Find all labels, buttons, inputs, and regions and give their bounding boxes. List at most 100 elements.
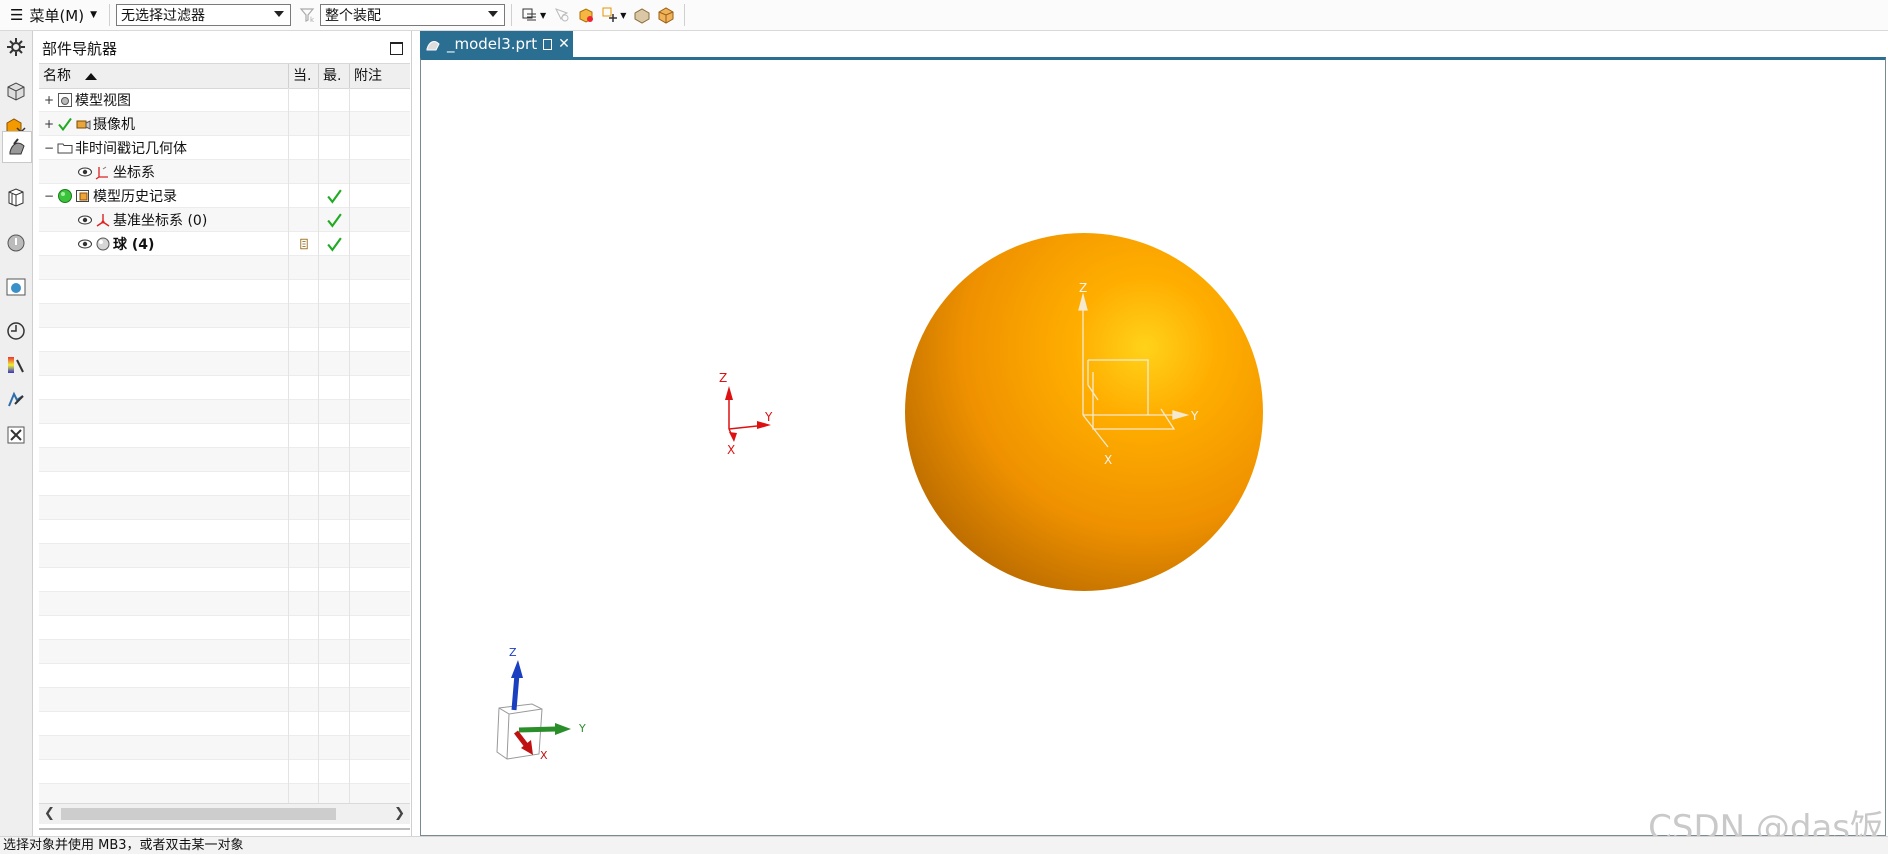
reuse-library-icon[interactable] [4, 185, 28, 209]
tree-cell-name: − 非时间戳记几何体 [39, 136, 289, 160]
datum-y-label: Y [1190, 409, 1199, 423]
tree-cell-empty [39, 352, 289, 376]
tree-row-model-history[interactable]: − 模型历史记录 [39, 184, 410, 208]
select-point-icon[interactable] [601, 6, 619, 24]
chevron-down-icon[interactable]: ▼ [620, 11, 626, 20]
tree-cell-empty [319, 352, 350, 376]
filter-icon[interactable]: k [299, 6, 317, 24]
snap-view-icon[interactable] [521, 6, 539, 24]
tree-cell-current [289, 232, 319, 256]
scroll-right-icon[interactable]: ❯ [394, 806, 405, 821]
eye-icon[interactable] [77, 212, 93, 228]
history-icon[interactable] [4, 319, 28, 343]
tree-row-cameras[interactable]: + 摄像机 [39, 112, 410, 136]
eye-icon[interactable] [77, 164, 93, 180]
tree-cell-empty [39, 688, 289, 712]
tree-row-model-views[interactable]: + 模型视图 [39, 88, 410, 112]
chevron-down-icon [488, 11, 499, 17]
tree-row-empty [39, 544, 410, 568]
tree-cell-empty [39, 592, 289, 616]
eye-icon[interactable] [77, 236, 93, 252]
tree-cell-empty [289, 736, 319, 760]
scroll-thumb[interactable] [61, 808, 336, 820]
tree-cell-empty [39, 760, 289, 784]
checkmark-icon[interactable] [57, 116, 73, 132]
navigator-title: 部件导航器 [42, 40, 118, 58]
toolbar-separator [684, 4, 686, 26]
column-header-name[interactable]: 名称 [39, 64, 289, 88]
deselect-icon[interactable] [553, 6, 571, 24]
tree-cell-note [350, 184, 410, 208]
tree-cell-empty [289, 688, 319, 712]
folder-icon [57, 140, 73, 156]
tree-cell-empty [350, 640, 410, 664]
tree-cell-name: 坐标系 [39, 160, 289, 184]
menu-button[interactable]: ☰ 菜单(M) ▼ [0, 2, 103, 28]
part-navigator-icon[interactable] [2, 131, 32, 163]
tree-cell-empty [350, 688, 410, 712]
assembly-navigator-icon[interactable] [4, 79, 28, 103]
column-header-latest[interactable]: 最. [319, 64, 350, 88]
tree-cell-empty [39, 328, 289, 352]
tree-cell-empty [319, 664, 350, 688]
column-header-current[interactable]: 当. [289, 64, 319, 88]
tree-row-empty [39, 568, 410, 592]
column-header-note[interactable]: 附注 [350, 64, 410, 88]
hd3d-tools-icon[interactable] [4, 231, 28, 255]
datum-csys-icon [95, 212, 111, 228]
chevron-down-icon: ▼ [90, 10, 98, 20]
chevron-down-icon[interactable]: ▼ [540, 11, 546, 20]
process-studio-icon[interactable] [4, 353, 28, 377]
scroll-left-icon[interactable]: ❮ [44, 806, 55, 821]
tab-model3[interactable]: _model3.prt ✕ [420, 31, 573, 57]
tree-label: 模型历史记录 [93, 189, 177, 205]
select-feature-icon[interactable] [577, 6, 595, 24]
tree-row-coordinate-system[interactable]: 坐标系 [39, 160, 410, 184]
graphics-window[interactable]: Z Y X Z Y X Z Y X [420, 57, 1886, 836]
tree-row-datum-csys[interactable]: 基准坐标系 (0) [39, 208, 410, 232]
web-browser-icon[interactable] [4, 275, 28, 299]
tree-row-empty [39, 760, 410, 784]
tree-cell-empty [319, 736, 350, 760]
tree-row-sphere[interactable]: 球 (4) [39, 232, 410, 256]
view-triad[interactable] [496, 660, 571, 760]
expand-icon[interactable]: + [43, 93, 55, 107]
solid-display-icon[interactable] [657, 6, 675, 24]
tree-row-empty [39, 592, 410, 616]
manufacturing-wizard-icon[interactable] [4, 387, 28, 411]
tree-cell-empty [289, 760, 319, 784]
collapse-icon[interactable]: − [43, 141, 55, 155]
maximize-icon[interactable] [390, 42, 403, 55]
tree-cell-name: + 模型视图 [39, 88, 289, 112]
show-hide-icon[interactable] [633, 6, 651, 24]
assembly-scope-dropdown[interactable]: 整个装配 [320, 4, 506, 26]
tree-row-empty [39, 400, 410, 424]
horizontal-scrollbar[interactable]: ❮ ❯ [39, 803, 410, 824]
latest-checkmark-icon [326, 237, 342, 252]
collapse-icon[interactable]: − [43, 189, 55, 203]
tree-cell-empty [319, 568, 350, 592]
tree-cell-empty [39, 496, 289, 520]
empty-rows [39, 256, 410, 808]
tree-row-non-timestamp-geometry[interactable]: − 非时间戳记几何体 [39, 136, 410, 160]
tree-row-empty [39, 424, 410, 448]
tree-cell-name: + 摄像机 [39, 112, 289, 136]
tree-cell-empty [319, 544, 350, 568]
close-icon[interactable]: ✕ [558, 36, 570, 52]
tree-cell-empty [289, 616, 319, 640]
tree-cell-empty [319, 640, 350, 664]
tree-row-empty [39, 472, 410, 496]
chevron-down-icon [274, 11, 285, 17]
toolbar-separator [511, 4, 513, 26]
tree-cell-empty [319, 616, 350, 640]
history-folder-icon [75, 188, 91, 204]
tree-cell-empty [289, 376, 319, 400]
tree-cell-empty [289, 712, 319, 736]
tree-cell-empty [289, 664, 319, 688]
settings-icon[interactable] [4, 35, 28, 59]
selection-filter-dropdown[interactable]: 无选择过滤器 [116, 4, 292, 26]
tree-cell-latest [319, 136, 350, 160]
top-toolbar: ☰ 菜单(M) ▼ 无选择过滤器 k 整个装配 ▼ ▼ [0, 0, 1888, 31]
expand-icon[interactable]: + [43, 117, 55, 131]
roles-icon[interactable] [4, 423, 28, 447]
